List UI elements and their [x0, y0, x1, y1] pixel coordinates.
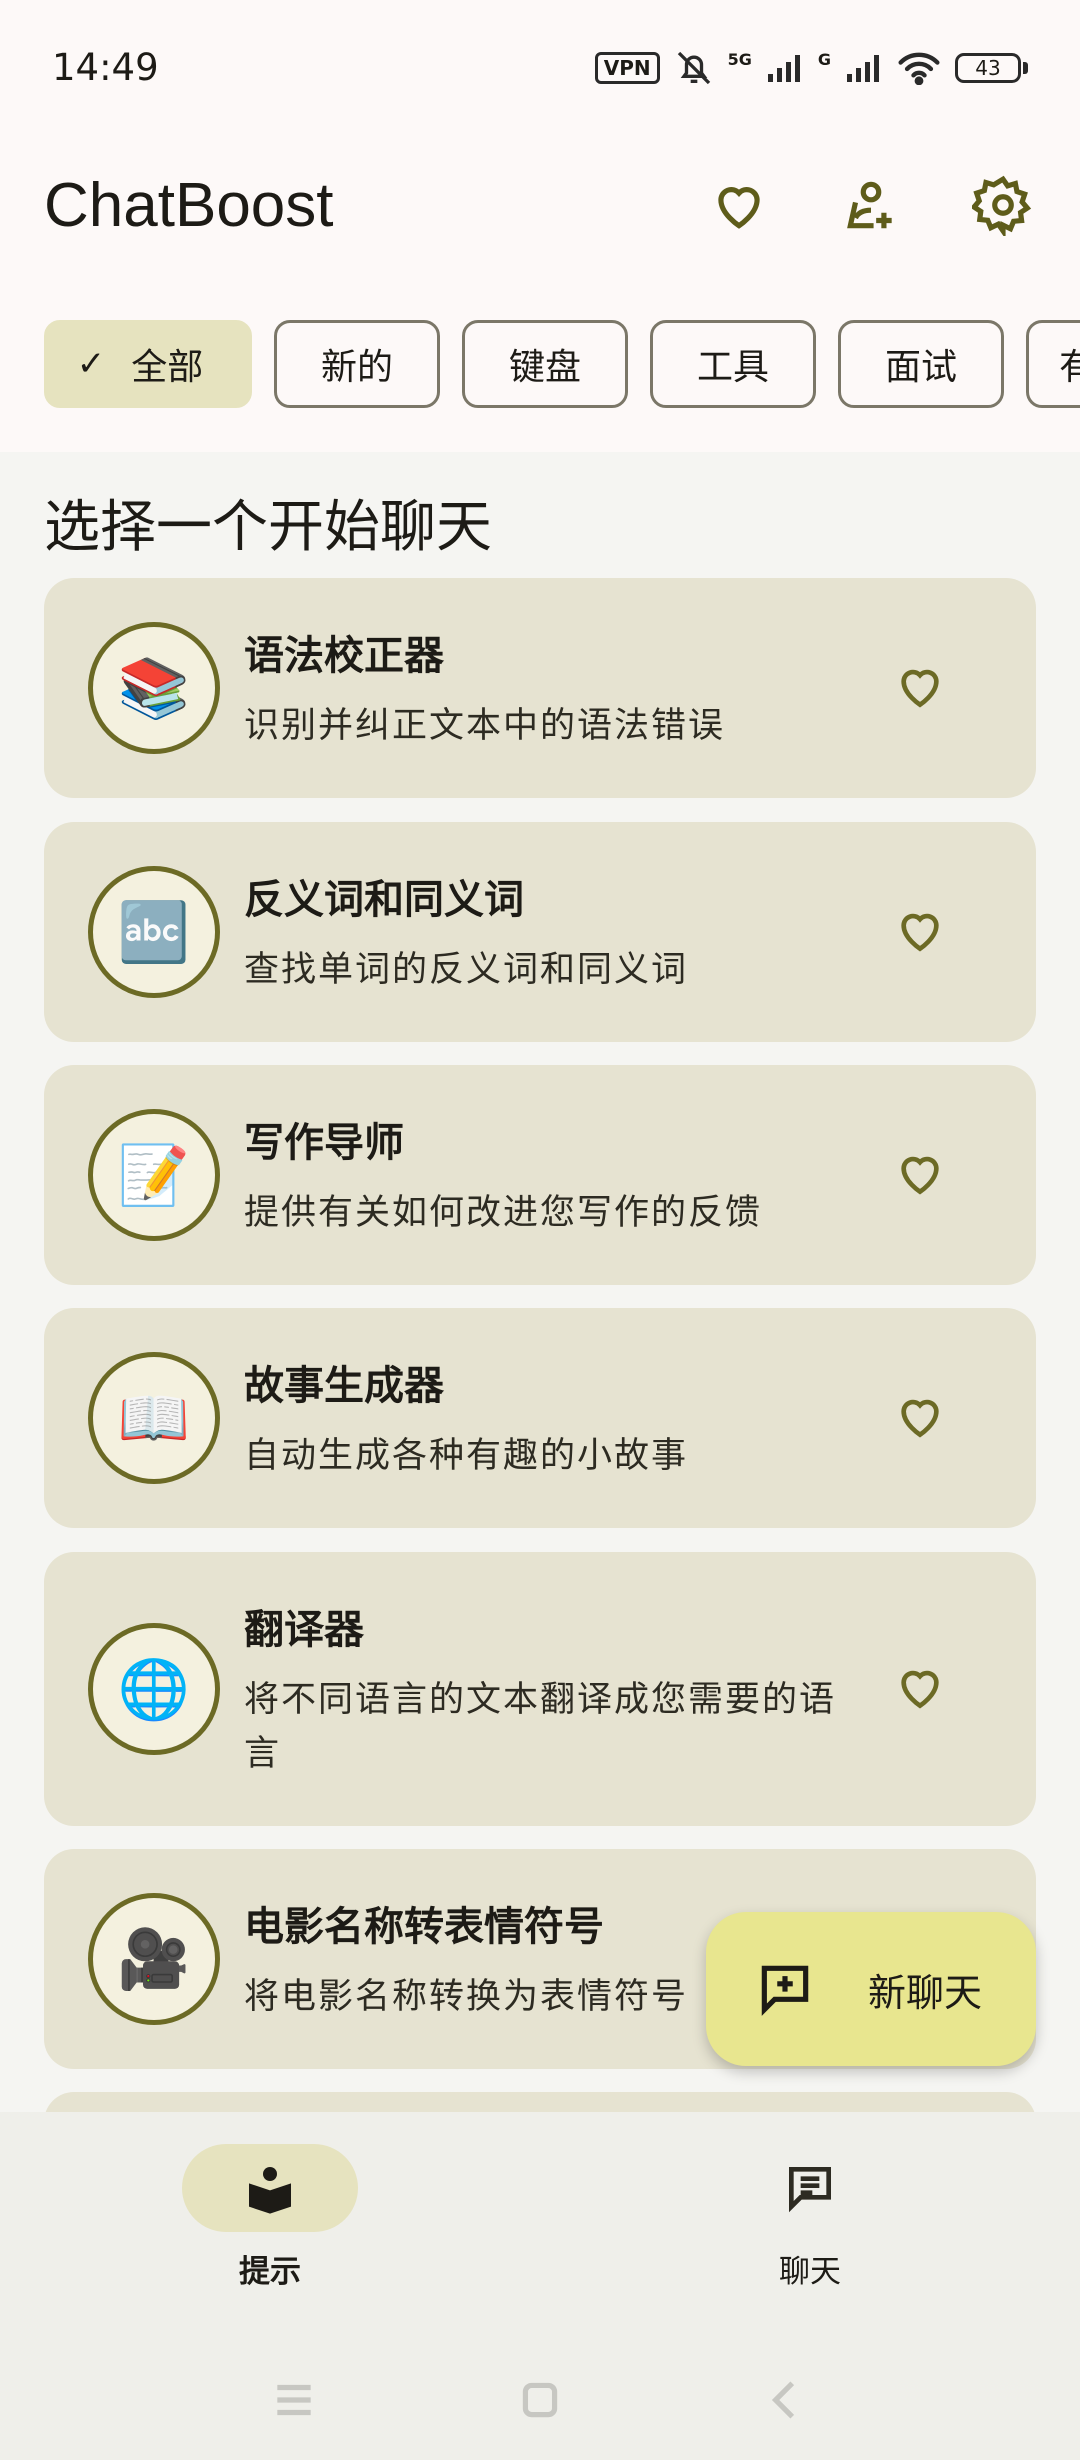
- chat-icon: [789, 2167, 831, 2213]
- chip-label: 面试: [885, 347, 958, 388]
- chip-new[interactable]: 新的: [274, 320, 441, 408]
- system-navigation: [0, 2340, 1080, 2460]
- app-actions: [706, 172, 1036, 238]
- card-text: 故事生成器 自动生成各种有趣的小故事: [244, 1353, 892, 1483]
- card-title: 语法校正器: [244, 633, 444, 679]
- add-comment-icon: [761, 1965, 809, 2016]
- vpn-icon: VPN: [594, 51, 660, 84]
- abc-icon: 🔤: [88, 866, 220, 998]
- nav-label: 聊天: [779, 2254, 841, 2290]
- chip-tools[interactable]: 工具: [650, 320, 817, 408]
- favorite-button[interactable]: [892, 1145, 952, 1205]
- nav-label: 提示: [239, 2254, 301, 2290]
- add-location-icon: [847, 181, 892, 229]
- signal-icon-2: [847, 54, 879, 82]
- nav-indicator: [722, 2144, 898, 2232]
- wifi-icon: [898, 52, 940, 85]
- battery-icon: 43: [955, 52, 1028, 83]
- heart-icon: [901, 1399, 939, 1438]
- section-title: 选择一个开始聊天: [44, 495, 492, 560]
- books-icon: 📚: [88, 622, 220, 754]
- app-title: ChatBoost: [44, 170, 334, 240]
- card-text: 翻译器 将不同语言的文本翻译成您需要的语言: [244, 1597, 892, 1781]
- filter-chips: ✓ 全部 新的 键盘 工具 面试 有: [44, 320, 1080, 408]
- card-description: 查找单词的反义词和同义词: [244, 950, 689, 990]
- favorite-button[interactable]: [892, 1659, 952, 1719]
- heart-icon: [901, 1670, 939, 1709]
- heart-icon: [901, 1156, 939, 1195]
- favorite-button[interactable]: [892, 658, 952, 718]
- nav-indicator: [182, 2144, 358, 2232]
- prompt-card-synonyms[interactable]: 🔤 反义词和同义词 查找单词的反义词和同义词: [44, 822, 1036, 1042]
- card-title: 反义词和同义词: [244, 877, 524, 923]
- menu-icon[interactable]: [269, 2375, 319, 2425]
- status-icons: VPN 5G G 43: [594, 48, 1028, 88]
- network-type-label-2: G: [817, 49, 831, 69]
- card-description: 自动生成各种有趣的小故事: [244, 1436, 689, 1476]
- prompt-card-translator[interactable]: 🌐 翻译器 将不同语言的文本翻译成您需要的语言: [44, 1552, 1036, 1826]
- gear-icon: [972, 175, 1032, 236]
- chip-label: 全部: [131, 347, 204, 388]
- favorites-button[interactable]: [706, 172, 772, 238]
- new-chat-button[interactable]: 新聊天: [706, 1912, 1036, 2066]
- chip-interview[interactable]: 面试: [838, 320, 1005, 408]
- chip-more[interactable]: 有: [1026, 320, 1080, 408]
- nav-item-chats[interactable]: 聊天: [540, 2112, 1080, 2340]
- add-location-button[interactable]: [838, 172, 904, 238]
- nav-item-prompts[interactable]: 提示: [0, 2112, 540, 2340]
- status-bar: 14:49 VPN 5G G 43: [0, 0, 1080, 135]
- back-icon[interactable]: [761, 2375, 811, 2425]
- movie-camera-icon: 🎥: [88, 1893, 220, 2025]
- signal-icon: [767, 54, 800, 82]
- prompt-list-area: 选择一个开始聊天 📚 语法校正器 识别并纠正文本中的语法错误 🔤 反义词和同义词…: [0, 452, 1080, 2112]
- bottom-navigation: 提示 聊天: [0, 2112, 1080, 2340]
- favorite-button[interactable]: [892, 902, 952, 962]
- prompt-card-partial[interactable]: [44, 2092, 1036, 2112]
- home-icon[interactable]: [515, 2375, 565, 2425]
- heart-icon: [901, 669, 939, 708]
- reading-icon: [249, 2167, 291, 2214]
- chip-label: 有: [1059, 347, 1080, 388]
- card-description: 将不同语言的文本翻译成您需要的语言: [244, 1680, 837, 1774]
- check-icon: ✓: [76, 344, 106, 384]
- settings-button[interactable]: [970, 172, 1036, 238]
- open-book-icon: 📖: [88, 1352, 220, 1484]
- card-title: 故事生成器: [244, 1363, 444, 1409]
- prompt-card-writing-tutor[interactable]: 📝 写作导师 提供有关如何改进您写作的反馈: [44, 1065, 1036, 1285]
- heart-icon: [901, 913, 939, 952]
- card-text: 反义词和同义词 查找单词的反义词和同义词: [244, 867, 892, 997]
- chip-label: 新的: [321, 347, 394, 388]
- prompt-card-grammar[interactable]: 📚 语法校正器 识别并纠正文本中的语法错误: [44, 578, 1036, 798]
- globe-icon: 🌐: [88, 1623, 220, 1755]
- chip-all[interactable]: ✓ 全部: [44, 320, 252, 408]
- status-time: 14:49: [52, 46, 159, 89]
- card-description: 提供有关如何改进您写作的反馈: [244, 1193, 763, 1233]
- prompt-card-story-generator[interactable]: 📖 故事生成器 自动生成各种有趣的小故事: [44, 1308, 1036, 1528]
- bell-muted-icon: [677, 51, 710, 84]
- card-title: 翻译器: [244, 1607, 364, 1653]
- new-chat-label: 新聊天: [868, 1970, 983, 2015]
- chip-label: 工具: [697, 347, 770, 388]
- battery-level: 43: [955, 52, 1021, 83]
- app-bar: ChatBoost: [0, 135, 1080, 275]
- memo-icon: 📝: [88, 1109, 220, 1241]
- card-text: 写作导师 提供有关如何改进您写作的反馈: [244, 1110, 892, 1240]
- battery-tip: [1023, 61, 1028, 74]
- chip-keyboard[interactable]: 键盘: [462, 320, 629, 408]
- heart-icon: [718, 187, 760, 229]
- favorite-button[interactable]: [892, 1388, 952, 1448]
- card-description: 识别并纠正文本中的语法错误: [244, 706, 726, 746]
- network-type-label: 5G: [727, 49, 752, 69]
- chip-label: 键盘: [509, 347, 582, 388]
- card-title: 写作导师: [244, 1120, 404, 1166]
- card-text: 语法校正器 识别并纠正文本中的语法错误: [244, 623, 892, 753]
